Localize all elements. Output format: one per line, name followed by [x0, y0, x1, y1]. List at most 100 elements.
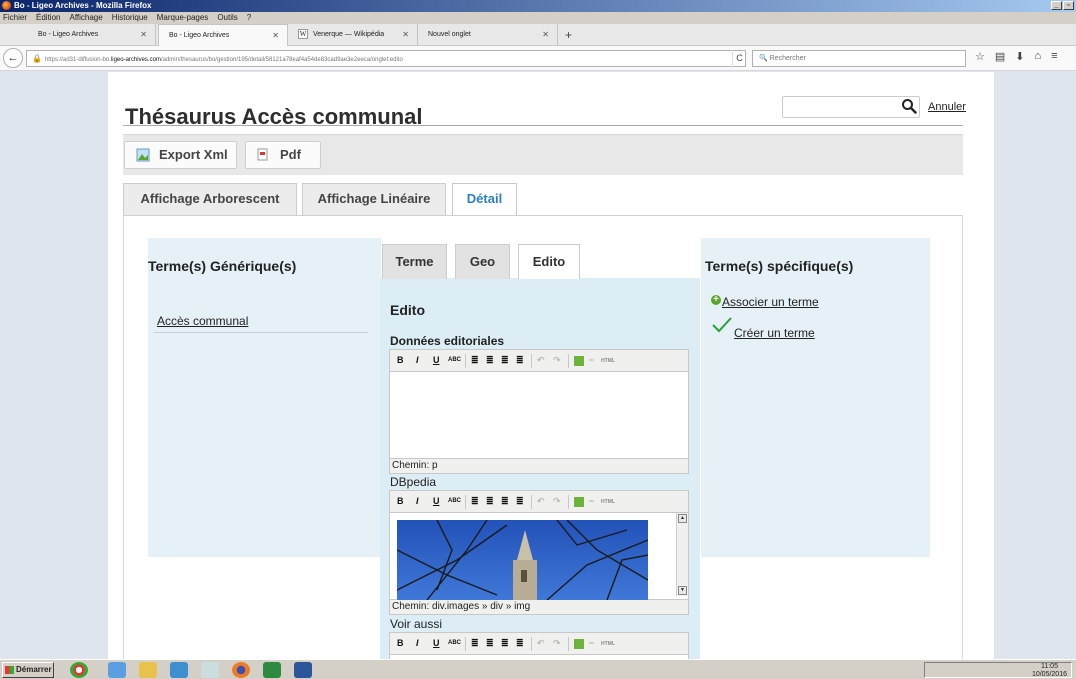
- tab-geo[interactable]: Geo: [455, 244, 510, 279]
- undo-icon[interactable]: ↶: [537, 355, 545, 366]
- link-icon[interactable]: ∞: [589, 357, 594, 364]
- justify-icon[interactable]: ≣: [516, 496, 524, 507]
- browser-search-field[interactable]: 🔍 Rechercher: [752, 50, 966, 67]
- align-center-icon[interactable]: ≣: [486, 638, 494, 649]
- browser-tab[interactable]: W Venerque — Wikipédia ✕: [288, 24, 418, 46]
- insert-image-icon[interactable]: [574, 639, 584, 649]
- word-icon[interactable]: [294, 662, 312, 678]
- close-tab-icon[interactable]: ✕: [542, 24, 549, 46]
- downloads-icon[interactable]: ⬇: [1015, 50, 1024, 63]
- italic-icon[interactable]: I: [416, 355, 419, 365]
- align-right-icon[interactable]: ≣: [501, 496, 509, 507]
- align-center-icon[interactable]: ≣: [486, 496, 494, 507]
- scroll-up-icon[interactable]: ▲: [678, 514, 687, 523]
- link-icon[interactable]: ∞: [589, 640, 594, 647]
- redo-icon[interactable]: ↷: [553, 496, 561, 507]
- tab-terme[interactable]: Terme: [382, 244, 447, 279]
- link-icon[interactable]: ∞: [589, 498, 594, 505]
- dbpedia-editor[interactable]: B I U ABC ≣ ≣ ≣ ≣ ↶ ↷ ∞ HTML ▲ ▼: [389, 490, 689, 600]
- new-tab-icon[interactable]: +: [565, 24, 572, 46]
- voir-aussi-editor[interactable]: B I U ABC ≣ ≣ ≣ ≣ ↶ ↷ ∞ HTML: [389, 632, 689, 659]
- media-icon[interactable]: [170, 662, 188, 678]
- tab-edito[interactable]: Edito: [518, 244, 580, 279]
- align-center-icon[interactable]: ≣: [486, 355, 494, 366]
- browser-tab-active[interactable]: Bo - Ligeo Archives ✕: [158, 24, 288, 46]
- insert-image-icon[interactable]: [574, 356, 584, 366]
- html-source-icon[interactable]: HTML: [601, 641, 615, 647]
- snipping-tool-icon[interactable]: [201, 662, 219, 678]
- align-left-icon[interactable]: ≣: [471, 638, 479, 649]
- generic-term-link[interactable]: Accès communal: [157, 314, 248, 328]
- menu-historique[interactable]: Historique: [112, 12, 148, 24]
- menu-affichage[interactable]: Affichage: [69, 12, 102, 24]
- underline-icon[interactable]: U: [433, 496, 440, 506]
- underline-icon[interactable]: U: [433, 638, 440, 648]
- strikethrough-icon[interactable]: ABC: [448, 357, 461, 363]
- cancel-link[interactable]: Annuler: [928, 101, 966, 113]
- page-scrollbar[interactable]: [1060, 72, 1076, 659]
- reload-icon[interactable]: C: [732, 50, 746, 67]
- menu-fichier[interactable]: Fichier: [3, 12, 27, 24]
- browser-tab[interactable]: Nouvel onglet ✕: [418, 24, 558, 46]
- insert-image-icon[interactable]: [574, 497, 584, 507]
- bookmark-star-icon[interactable]: ☆: [975, 50, 985, 63]
- strikethrough-icon[interactable]: ABC: [448, 498, 461, 504]
- search-icon[interactable]: [901, 98, 917, 114]
- scroll-down-icon[interactable]: ▼: [678, 586, 687, 595]
- browser-tab[interactable]: Bo - Ligeo Archives ✕: [28, 24, 156, 46]
- menu-edition[interactable]: Édition: [36, 12, 60, 24]
- menu-outils[interactable]: Outils: [217, 12, 237, 24]
- close-tab-icon[interactable]: ✕: [402, 24, 409, 46]
- window-title-bar: Bo - Ligeo Archives - Mozilla Firefox _ …: [0, 0, 1076, 12]
- align-left-icon[interactable]: ≣: [471, 355, 479, 366]
- html-source-icon[interactable]: HTML: [601, 358, 615, 364]
- tab-affichage-lineaire[interactable]: Affichage Linéaire: [302, 183, 446, 215]
- justify-icon[interactable]: ≣: [516, 638, 524, 649]
- home-icon[interactable]: ⌂: [1035, 50, 1042, 63]
- italic-icon[interactable]: I: [416, 638, 419, 648]
- bold-icon[interactable]: B: [397, 638, 404, 648]
- underline-icon[interactable]: U: [433, 355, 440, 365]
- associate-term-link[interactable]: Associer un terme: [722, 295, 819, 309]
- create-term-link[interactable]: Créer un terme: [734, 326, 815, 340]
- editor-scrollbar[interactable]: ▲ ▼: [676, 513, 688, 596]
- pdf-button[interactable]: Pdf: [245, 141, 321, 169]
- align-right-icon[interactable]: ≣: [501, 638, 509, 649]
- hamburger-menu-icon[interactable]: ≡: [1051, 50, 1057, 63]
- excel-icon[interactable]: [263, 662, 281, 678]
- ie-icon[interactable]: [108, 662, 126, 678]
- justify-icon[interactable]: ≣: [516, 355, 524, 366]
- donnees-editor[interactable]: B I U ABC ≣ ≣ ≣ ≣ ↶ ↷ ∞ HTML: [389, 349, 689, 459]
- create-term-item: Créer un terme: [734, 326, 815, 340]
- close-tab-icon[interactable]: ✕: [140, 24, 147, 46]
- search-input[interactable]: [782, 96, 920, 118]
- align-right-icon[interactable]: ≣: [501, 355, 509, 366]
- undo-icon[interactable]: ↶: [537, 496, 545, 507]
- tab-affichage-arborescent[interactable]: Affichage Arborescent: [123, 183, 297, 215]
- html-source-icon[interactable]: HTML: [601, 499, 615, 505]
- tab-detail[interactable]: Détail: [452, 183, 517, 216]
- start-button[interactable]: Démarrer: [2, 662, 54, 678]
- menu-marque-pages[interactable]: Marque-pages: [157, 12, 209, 24]
- undo-icon[interactable]: ↶: [537, 638, 545, 649]
- align-left-icon[interactable]: ≣: [471, 496, 479, 507]
- back-arrow-icon[interactable]: ←: [3, 48, 23, 68]
- bold-icon[interactable]: B: [397, 355, 404, 365]
- firefox-taskbar-icon[interactable]: [232, 662, 250, 678]
- close-tab-icon[interactable]: ✕: [272, 25, 279, 47]
- maximize-button[interactable]: ▫: [1063, 1, 1074, 10]
- redo-icon[interactable]: ↷: [553, 638, 561, 649]
- minimize-button[interactable]: _: [1051, 1, 1062, 10]
- redo-icon[interactable]: ↷: [553, 355, 561, 366]
- italic-icon[interactable]: I: [416, 496, 419, 506]
- chrome-icon[interactable]: [70, 662, 88, 678]
- library-icon[interactable]: ▤: [995, 50, 1005, 63]
- url-bar[interactable]: 🔒 https://ad31-diffusion-bo.ligeo-archive…: [26, 50, 746, 67]
- menu-help[interactable]: ?: [247, 12, 251, 24]
- export-xml-button[interactable]: Export Xml: [124, 141, 237, 169]
- folder-icon[interactable]: [139, 662, 157, 678]
- clock[interactable]: 11:05 10/05/2016: [1032, 663, 1067, 679]
- firefox-icon: [2, 1, 11, 10]
- strikethrough-icon[interactable]: ABC: [448, 640, 461, 646]
- bold-icon[interactable]: B: [397, 496, 404, 506]
